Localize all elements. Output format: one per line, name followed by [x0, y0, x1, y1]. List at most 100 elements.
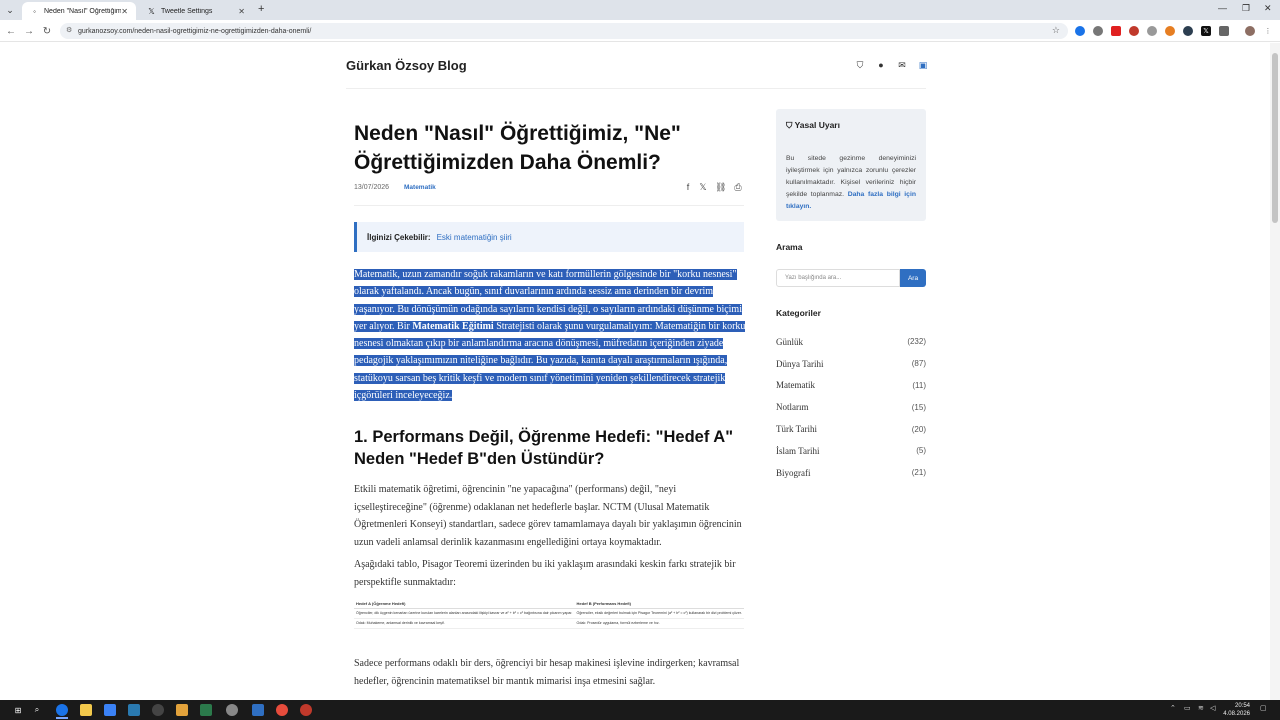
spreadsheet-icon[interactable] — [200, 704, 212, 716]
comparison-table: Hedef A (Öğrenme Hedefi) Hedef B (Perfor… — [354, 599, 744, 629]
search-heading: Arama — [776, 242, 803, 252]
body-paragraph: Aşağıdaki tablo, Pisagor Teoremi üzerind… — [354, 559, 736, 588]
intro-paragraph[interactable]: Matematik, uzun zamandır soğuk rakamları… — [354, 266, 746, 404]
x-extension-icon[interactable]: 𝕏 — [1201, 26, 1211, 36]
maximize-icon[interactable]: ❐ — [1242, 3, 1250, 14]
mail-icon[interactable]: ✉ — [897, 60, 907, 70]
new-tab-icon[interactable]: + — [258, 3, 264, 15]
category-item-notlarim[interactable]: Notlarım (15) — [776, 396, 926, 418]
store-icon[interactable] — [104, 704, 116, 716]
x-logo-icon: 𝕏 — [148, 6, 155, 16]
table-row: Öğrenciler, dik üçgenin kenarları üzerin… — [354, 608, 744, 619]
browser-menu-icon[interactable]: ⋮ — [1263, 26, 1273, 36]
mail-app-icon[interactable] — [128, 704, 140, 716]
profile-avatar[interactable] — [1245, 26, 1255, 36]
legal-notice-title: ⛉ Yasal Uyarı — [786, 120, 840, 130]
tab-tweetle-settings[interactable]: 𝕏 Tweetle Settings ✕ — [139, 2, 253, 20]
related-post-box: İlginizi Çekebilir: Eski matematiğin şii… — [354, 222, 744, 252]
browser-toolbar: ← → ↻ ⚙ gurkanozsoy.com/neden-nasil-ogre… — [0, 20, 1280, 42]
x-share-icon[interactable]: 𝕏 — [698, 182, 708, 193]
intro-bold-text: Matematik Eğitimi — [412, 320, 494, 332]
notifications-icon[interactable]: ▢ — [1260, 704, 1267, 712]
tab-label: Tweetle Settings — [161, 7, 213, 15]
extension-icon[interactable] — [1129, 26, 1139, 36]
extensions-puzzle-icon[interactable] — [1219, 26, 1229, 36]
table-header: Hedef A (Öğrenme Hedefi) — [354, 599, 575, 609]
table-cell: Öğrenciler, dik üçgenin kenarları üzerin… — [354, 608, 575, 619]
page-favicon-icon: ◦ — [33, 6, 36, 16]
minimize-icon[interactable]: — — [1218, 3, 1227, 13]
tab-active[interactable]: ◦ Neden "Nasıl" Öğrettiğimiz, "Ne"... ✕ — [22, 2, 136, 20]
legal-notice-text: Bu sitede gezinme deneyiminizi iyileştir… — [786, 155, 917, 210]
windows-start-icon[interactable]: ⊞ — [12, 704, 24, 716]
meta-divider — [354, 205, 744, 206]
network-icon[interactable]: ▭ — [1184, 704, 1191, 712]
table-row: Odak: Muhakeme, anlamsal derinlik ve kav… — [354, 618, 744, 629]
copy-link-icon[interactable]: ⛓ — [715, 182, 726, 193]
camera-extension-icon[interactable] — [1093, 26, 1103, 36]
print-icon[interactable]: ⎙ — [733, 182, 743, 193]
tab-strip: ⌄ ◦ Neden "Nasıl" Öğrettiğimiz, "Ne"... … — [0, 0, 1280, 20]
categories-list: Günlük (232) Dünya Tarihi (87) Matematik (1… — [776, 331, 926, 484]
category-item-turk-tarihi[interactable]: Türk Tarihi (20) — [776, 418, 926, 440]
extension-icon[interactable] — [1075, 26, 1085, 36]
forward-icon[interactable]: → — [22, 24, 36, 38]
back-icon[interactable]: ← — [4, 24, 18, 38]
intro-text-b: Stratejisti olarak şunu vurgulamalıyım: … — [354, 320, 746, 402]
search-input[interactable]: Yazı başlığında ara... — [776, 269, 900, 287]
article-category-link[interactable]: Matematik — [404, 184, 436, 191]
body-paragraph: Etkili matematik öğretimi, öğrencinin "n… — [354, 484, 742, 548]
recorder-icon[interactable] — [300, 704, 312, 716]
app-icon[interactable] — [176, 704, 188, 716]
table-header: Hedef B (Performans Hedefi) — [574, 599, 744, 609]
address-bar[interactable]: ⚙ gurkanozsoy.com/neden-nasil-ogrettigim… — [60, 23, 1068, 39]
tab-search-icon[interactable]: ⌄ — [2, 2, 18, 18]
app-icon[interactable] — [252, 704, 264, 716]
crop-extension-icon[interactable] — [1147, 26, 1157, 36]
close-window-icon[interactable]: ✕ — [1264, 3, 1272, 14]
tab-close-icon[interactable]: ✕ — [121, 7, 128, 16]
article-date: 13/07/2026 — [354, 184, 390, 191]
bookmark-star-icon[interactable]: ☆ — [1052, 25, 1060, 36]
site-info-icon[interactable]: ⚙ — [66, 26, 72, 34]
table-cell: Öğrenciler, eksik değerleri bulmak için … — [574, 608, 744, 619]
header-divider — [346, 88, 926, 89]
search-icon[interactable]: ⌕ — [31, 704, 43, 716]
chrome-profile-icon[interactable] — [276, 704, 288, 716]
shield-icon[interactable]: ⛉ — [855, 60, 865, 70]
table-header-row: Hedef A (Öğrenme Hedefi) Hedef B (Perfor… — [354, 599, 744, 609]
category-item-islam-tarihi[interactable]: İslam Tarihi (5) — [776, 440, 926, 462]
category-item-dunya-tarihi[interactable]: Dünya Tarihi (87) — [776, 353, 926, 375]
scrollbar-thumb[interactable] — [1272, 53, 1278, 223]
tab-close-icon[interactable]: ✕ — [238, 7, 245, 16]
wifi-icon[interactable]: ≋ — [1198, 704, 1204, 712]
article-title: Neden "Nasıl" Öğrettiğimiz, "Ne" Öğretti… — [354, 122, 681, 174]
facebook-share-icon[interactable]: f — [683, 182, 693, 192]
youtube-extension-icon[interactable] — [1111, 26, 1121, 36]
tab-label: Neden "Nasıl" Öğrettiğimiz, "Ne"... — [44, 7, 122, 15]
category-item-biyografi[interactable]: Biyografi (21) — [776, 462, 926, 484]
user-icon[interactable]: ● — [876, 60, 886, 70]
category-item-gunluk[interactable]: Günlük (232) — [776, 331, 926, 353]
shield-icon: ⛉ — [786, 120, 795, 130]
extension-icon[interactable] — [1165, 26, 1175, 36]
file-explorer-icon[interactable] — [80, 704, 92, 716]
chrome-icon[interactable] — [56, 704, 68, 716]
article: Neden "Nasıl" Öğrettiğimiz, "Ne" Öğretti… — [346, 109, 750, 700]
volume-icon[interactable]: ◁ — [1210, 704, 1215, 712]
app-icon[interactable] — [226, 704, 238, 716]
url-text: gurkanozsoy.com/neden-nasil-ogrettigimiz… — [78, 27, 312, 35]
table-cell: Odak: Prosedür uygulama, formül ezberlem… — [574, 618, 744, 629]
search-button[interactable]: Ara — [900, 269, 926, 287]
taskbar-clock[interactable]: 20:54 4.08.2026 — [1222, 702, 1250, 718]
app-icon[interactable] — [152, 704, 164, 716]
site-title[interactable]: Gürkan Özsoy Blog — [346, 58, 467, 73]
categories-heading: Kategoriler — [776, 308, 821, 318]
related-post-link[interactable]: Eski matematiğin şiiri — [437, 233, 512, 242]
reload-icon[interactable]: ↻ — [40, 24, 54, 38]
extension-icon[interactable] — [1183, 26, 1193, 36]
legal-notice-box: ⛉ Yasal Uyarı Bu sitede gezinme deneyimi… — [776, 109, 926, 221]
clipboard-icon[interactable]: ▣ — [918, 60, 928, 70]
category-item-matematik[interactable]: Matematik (11) — [776, 375, 926, 397]
tray-chevron-icon[interactable]: ⌃ — [1170, 704, 1176, 712]
